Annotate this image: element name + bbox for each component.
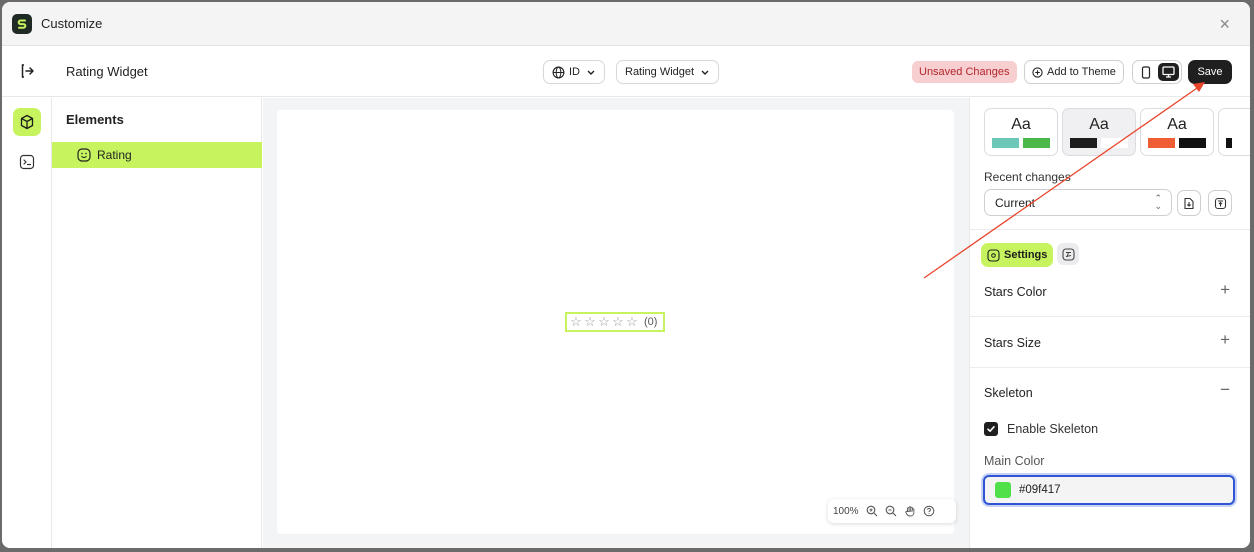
terminal-icon [19, 154, 35, 170]
widget-select[interactable]: Rating Widget [616, 60, 720, 84]
title-bar: Customize × [2, 2, 1250, 46]
star-icon: ☆ [612, 314, 624, 329]
theme-swatch [992, 138, 1019, 148]
theme-swatch [1101, 138, 1128, 148]
code-rail-button[interactable] [13, 148, 41, 176]
theme-swatch [1023, 138, 1050, 148]
enable-skeleton-label: Enable Skeleton [1007, 422, 1099, 436]
smile-icon [77, 148, 91, 162]
language-select[interactable]: ID [543, 60, 605, 84]
clear-format-icon [1061, 247, 1075, 261]
theme-card[interactable]: Aa [1062, 108, 1136, 156]
globe-icon [552, 66, 565, 78]
upload-button[interactable] [1208, 190, 1232, 216]
enable-skeleton-row: Enable Skeleton [984, 422, 1098, 436]
divider [970, 229, 1250, 230]
theme-sample-text: Aa [1167, 116, 1187, 133]
recent-changes-label: Recent changes [984, 170, 1071, 184]
divider [970, 316, 1250, 317]
device-toggle [1132, 60, 1182, 84]
desktop-view-button[interactable] [1158, 63, 1179, 81]
rating-widget[interactable]: ☆ ☆ ☆ ☆ ☆ (0) [565, 312, 665, 332]
add-to-theme-label: Add to Theme [1047, 66, 1116, 78]
main-color-label: Main Color [984, 454, 1045, 468]
left-rail [2, 98, 52, 548]
star-icon: ☆ [570, 314, 582, 329]
exit-icon[interactable] [18, 62, 36, 80]
unsaved-changes-badge: Unsaved Changes [912, 61, 1017, 83]
file-download-icon [1184, 197, 1194, 209]
upload-icon [1214, 197, 1226, 209]
layer-item-label: Rating [97, 148, 132, 162]
settings-panel: Aa Aa Aa Recent changes Current ⌃ ⌄ Sett… [969, 98, 1250, 548]
tab-advanced[interactable] [1057, 243, 1079, 265]
app-logo-icon [12, 13, 32, 34]
theme-sample-text: Aa [1011, 116, 1031, 133]
expand-icon[interactable]: + [1220, 281, 1230, 298]
widget-select-label: Rating Widget [625, 66, 695, 78]
recent-changes-select[interactable]: Current ⌃ ⌄ [984, 189, 1172, 216]
chevron-down-icon [587, 70, 595, 75]
zoom-level: 100% [833, 505, 859, 517]
plus-circle-icon [1032, 66, 1043, 78]
section-stars-size[interactable]: Stars Size [984, 336, 1041, 350]
cube-icon [20, 114, 34, 130]
color-swatch[interactable] [995, 482, 1011, 498]
zoom-out-icon[interactable] [885, 505, 897, 517]
add-to-theme-button[interactable]: Add to Theme [1024, 60, 1124, 84]
theme-card[interactable] [1218, 108, 1250, 156]
star-icon: ☆ [584, 314, 596, 329]
elements-panel: Elements Rating [52, 98, 262, 548]
mobile-icon [1141, 65, 1150, 79]
chevron-up-down-icon: ⌃ ⌄ [1154, 193, 1162, 211]
expand-icon[interactable]: + [1220, 331, 1230, 348]
checkmark-icon [987, 426, 995, 432]
divider [970, 367, 1250, 368]
theme-swatch [1226, 138, 1232, 148]
customize-window: Customize × Rating Widget ID Rating Widg… [2, 2, 1250, 548]
theme-card[interactable]: Aa [1140, 108, 1214, 156]
help-icon[interactable] [923, 505, 935, 517]
recent-changes-value: Current [995, 195, 1036, 210]
main-color-input[interactable]: #09f417 [983, 475, 1235, 505]
preview-stage: ☆ ☆ ☆ ☆ ☆ (0) 100% [277, 110, 956, 534]
hand-icon[interactable] [904, 505, 916, 517]
tab-settings[interactable]: Settings [981, 243, 1054, 267]
settings-icon [987, 248, 1000, 262]
chevron-down-icon [701, 70, 709, 75]
tab-settings-label: Settings [1004, 249, 1048, 261]
save-button[interactable]: Save [1188, 60, 1232, 84]
top-toolbar: Rating Widget ID Rating Widget Unsaved C… [2, 47, 1250, 97]
mobile-view-button[interactable] [1135, 63, 1156, 81]
widget-name: Rating Widget [66, 64, 148, 79]
collapse-icon[interactable]: − [1220, 381, 1230, 398]
theme-swatch [1179, 138, 1206, 148]
enable-skeleton-checkbox[interactable] [984, 422, 998, 436]
restore-button[interactable] [1177, 190, 1201, 216]
preview-canvas: ☆ ☆ ☆ ☆ ☆ (0) 100% [263, 98, 969, 548]
star-icon: ☆ [598, 314, 610, 329]
theme-swatch [1070, 138, 1097, 148]
theme-swatch [1148, 138, 1175, 148]
elements-rail-button[interactable] [13, 108, 41, 136]
window-title: Customize [41, 16, 103, 31]
section-stars-color[interactable]: Stars Color [984, 285, 1047, 299]
theme-card[interactable]: Aa [984, 108, 1058, 156]
language-label: ID [569, 66, 580, 78]
theme-sample-text: Aa [1089, 116, 1109, 133]
desktop-icon [1162, 66, 1175, 78]
zoom-toolbar: 100% [828, 499, 956, 523]
elements-title: Elements [66, 112, 124, 127]
layer-item-rating[interactable]: Rating [52, 142, 262, 168]
rating-count: (0) [644, 316, 658, 328]
star-icon: ☆ [626, 314, 638, 329]
close-icon[interactable]: × [1219, 14, 1230, 34]
main-color-value: #09f417 [1019, 484, 1061, 496]
section-skeleton[interactable]: Skeleton [984, 386, 1033, 400]
zoom-in-icon[interactable] [866, 505, 878, 517]
